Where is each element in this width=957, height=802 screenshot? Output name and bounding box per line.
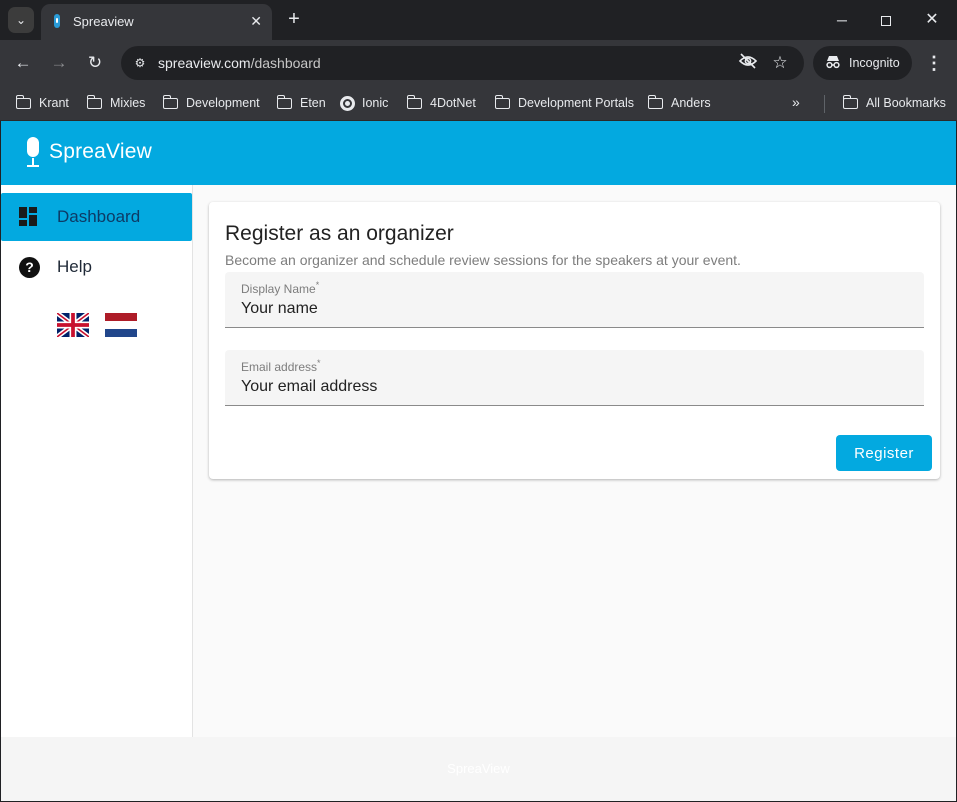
footer-text: SpreaView [447,761,510,776]
ionic-icon [340,95,355,111]
display-name-field[interactable]: Display Name* [225,272,924,328]
email-field[interactable]: Email address* [225,350,924,406]
all-bookmarks-label: All Bookmarks [866,96,946,110]
nl-flag-icon[interactable] [105,313,137,337]
back-arrow-icon[interactable]: ← [11,51,35,75]
bookmark-4dotnet[interactable]: 4DotNet [406,93,476,113]
folder-icon [494,94,510,109]
reload-icon[interactable]: ↻ [83,51,107,75]
microphone-logo-icon [25,137,41,168]
bookmark-label: Anders [671,96,711,110]
uk-flag-icon[interactable] [57,313,89,337]
bookmark-label: Ionic [362,96,389,110]
bookmark-label: Eten [300,96,326,110]
folder-icon [86,94,102,109]
bookmark-eten[interactable]: Eten [276,93,326,113]
bookmark-label: Mixies [110,96,146,110]
bookmark-mixies[interactable]: Mixies [86,93,146,113]
app-logo-text: SpreaView [49,140,152,163]
app-page: SpreaView Dashboard ? Help Register as a… [1,121,956,801]
sidebar-item-help[interactable]: ? Help [1,243,192,291]
display-name-label-text: Display Name [241,282,316,296]
site-info-icon[interactable]: ⚙ [129,52,151,74]
folder-icon [276,94,292,109]
tab-close-icon[interactable]: ✕ [250,12,262,30]
bookmark-label: 4DotNet [430,96,476,110]
bookmark-anders[interactable]: Anders [647,93,711,113]
bookmark-development[interactable]: Development [162,93,260,113]
forward-arrow-icon[interactable]: → [47,51,71,75]
maximize-icon[interactable] [874,8,898,32]
sidebar-item-dashboard[interactable]: Dashboard [1,193,192,241]
card-subtitle: Become an organizer and schedule review … [225,252,741,268]
folder-icon [15,94,31,109]
minimize-icon[interactable]: ─ [830,8,854,32]
card-title: Register as an organizer [225,222,454,245]
bookmark-development-portals[interactable]: Development Portals [494,93,635,113]
display-name-label: Display Name* [241,280,319,296]
url-path: /dashboard [250,55,321,71]
bookmark-krant[interactable]: Krant [15,93,69,113]
bookmark-label: Development [186,96,260,110]
folder-icon [406,94,422,109]
bookmark-star-icon[interactable]: ☆ [769,52,791,74]
url-domain: spreaview.com [158,55,251,71]
bookmark-ionic[interactable]: Ionic [340,93,388,113]
folder-icon [162,94,178,109]
help-icon: ? [19,256,40,278]
register-organizer-card: Register as an organizer Become an organ… [209,202,940,479]
url-text[interactable]: spreaview.com/dashboard [158,55,321,71]
spreaview-favicon-icon [54,14,60,28]
bookmarks-bar: Krant Mixies Development Eten Ionic 4Dot… [0,86,957,121]
address-bar[interactable]: ⚙ spreaview.com/dashboard ☆ [121,46,804,80]
bookmark-label: Krant [39,96,69,110]
display-name-input[interactable] [241,298,901,320]
register-button[interactable]: Register [836,435,932,471]
incognito-icon [825,55,841,71]
all-bookmarks[interactable]: All Bookmarks [842,93,946,113]
email-input[interactable] [241,376,901,398]
sidebar-item-label: Dashboard [57,207,141,226]
browser-tab[interactable]: Spreaview ✕ [41,4,272,40]
bookmarks-divider [824,95,825,113]
sidebar-item-label: Help [57,257,92,276]
required-mark: * [317,358,321,368]
folder-icon [842,94,858,109]
browser-toolbar: ← → ↻ ⚙ spreaview.com/dashboard ☆ Incogn… [0,40,957,86]
sidebar: Dashboard ? Help [1,185,193,737]
browser-menu-icon[interactable]: ⋮ [924,51,944,75]
email-label-text: Email address [241,360,318,374]
new-tab-icon[interactable]: + [283,8,305,30]
tab-title: Spreaview [73,14,134,29]
more-bookmarks-icon[interactable]: » [792,94,800,110]
window-close-icon[interactable]: ✕ [920,8,944,32]
app-header: SpreaView [1,121,956,185]
incognito-badge[interactable]: Incognito [813,46,912,80]
email-label: Email address* [241,358,321,374]
required-mark: * [315,280,320,290]
folder-icon [647,94,663,109]
eye-slash-icon[interactable] [737,53,759,73]
tab-search-icon[interactable]: ⌄ [8,7,34,33]
browser-tab-strip: ⌄ Spreaview ✕ + ─ ✕ [0,0,957,40]
bookmark-label: Development Portals [518,96,635,110]
dashboard-icon [19,207,39,227]
incognito-label: Incognito [849,56,900,70]
app-footer: SpreaView [1,737,956,801]
